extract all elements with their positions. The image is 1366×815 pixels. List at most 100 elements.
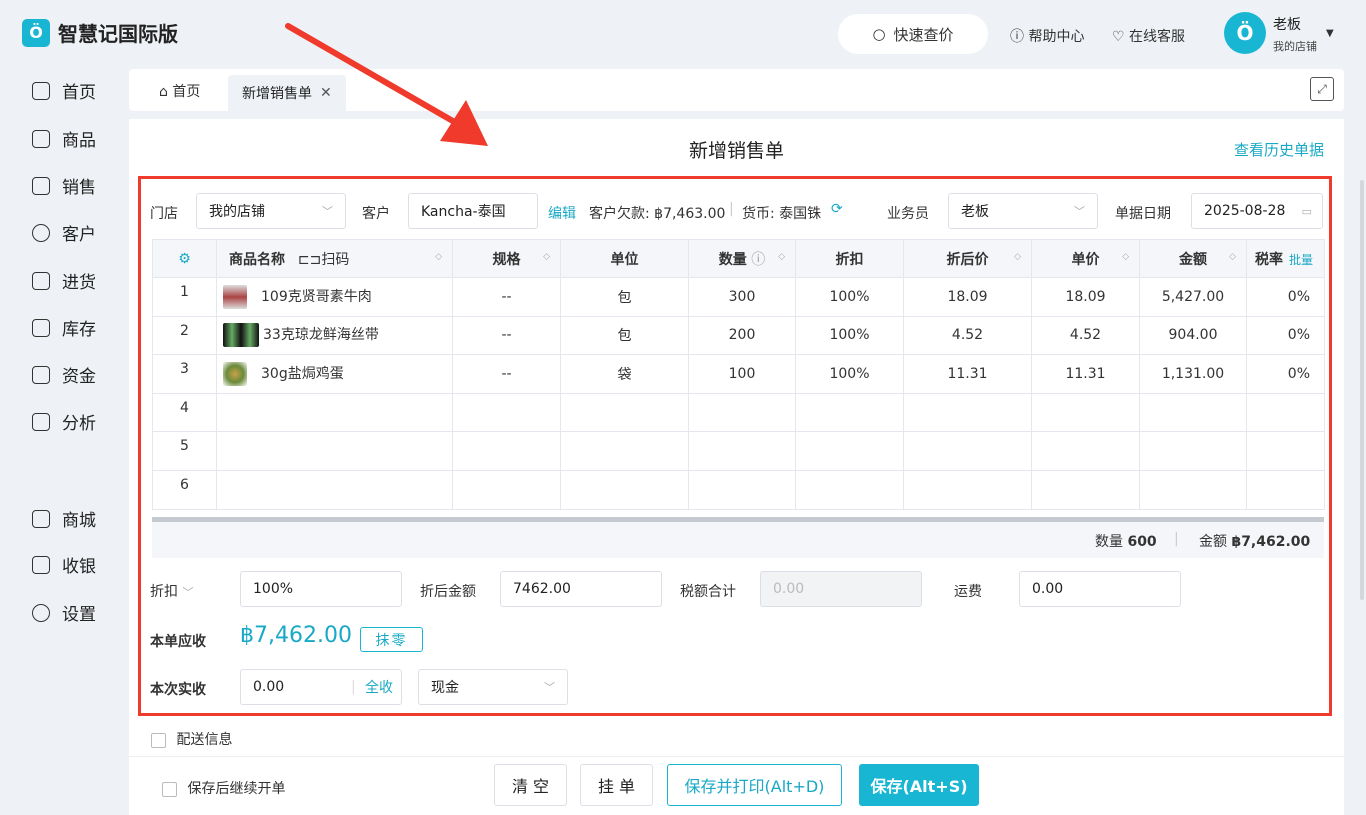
table-row[interactable]: 5 (152, 431, 1325, 471)
col-discounted-price[interactable]: 折后价 ◇ (903, 239, 1032, 278)
price-cell[interactable]: 4.52 (1031, 315, 1140, 356)
hold-button[interactable]: 挂 单 (580, 764, 653, 806)
user-menu-caret-icon[interactable]: ▼ (1326, 28, 1334, 39)
discount-cell[interactable] (795, 469, 904, 510)
sort-icon[interactable]: ◇ (1014, 252, 1021, 262)
col-name[interactable]: 商品名称 ⊏⊐扫码 ◇ (216, 239, 453, 278)
discount-mode-select[interactable]: 折扣 ﹀ (150, 581, 193, 601)
amount-cell[interactable] (1139, 469, 1247, 510)
discount-cell[interactable] (795, 392, 904, 433)
discounted-price-cell[interactable] (903, 392, 1032, 433)
payment-method-select[interactable]: 现金 ﹀ (418, 669, 568, 705)
amount-cell[interactable] (1139, 431, 1247, 471)
online-service-link[interactable]: ♡ 在线客服 (1112, 26, 1185, 46)
price-cell[interactable] (1031, 469, 1140, 510)
unit-cell[interactable]: 袋 (560, 354, 689, 394)
product-name-cell[interactable] (216, 392, 453, 433)
app-logo[interactable]: Ö 智慧记国际版 (22, 18, 178, 47)
page-scrollbar[interactable] (1360, 180, 1364, 600)
continue-after-save-toggle[interactable]: 保存后继续开单 (162, 778, 285, 798)
spec-cell[interactable] (452, 392, 561, 433)
table-row[interactable]: 4 (152, 392, 1325, 433)
tax-cell[interactable] (1246, 431, 1325, 471)
sidebar-item-home[interactable]: 首页 (32, 78, 96, 103)
discounted-price-cell[interactable] (903, 469, 1032, 510)
spec-cell[interactable]: -- (452, 315, 561, 356)
sidebar-item-goods[interactable]: 商品 (32, 126, 96, 151)
currency-switch-icon[interactable]: ⟳ (831, 201, 843, 217)
tax-cell[interactable]: 0% (1246, 277, 1325, 317)
discount-cell[interactable]: 100% (795, 315, 904, 356)
quick-price-button[interactable]: ○ 快速查价 (838, 14, 988, 54)
customer-input[interactable]: Kancha-泰国 (408, 193, 538, 229)
discounted-price-cell[interactable]: 11.31 (903, 354, 1032, 394)
discount-cell[interactable]: 100% (795, 277, 904, 317)
amount-cell[interactable] (1139, 392, 1247, 433)
history-link[interactable]: 查看历史单据 (1234, 139, 1324, 160)
user-name[interactable]: 老板 (1273, 14, 1301, 34)
qty-cell[interactable]: 200 (688, 315, 796, 356)
batch-tax-link[interactable]: 批量 (1289, 253, 1313, 267)
table-row[interactable]: 6 (152, 469, 1325, 510)
price-cell[interactable] (1031, 392, 1140, 433)
clear-button[interactable]: 清 空 (494, 764, 567, 806)
sort-icon[interactable]: ◇ (778, 252, 785, 262)
discounted-price-cell[interactable]: 18.09 (903, 277, 1032, 317)
table-row[interactable]: 3 30g盐焗鸡蛋 -- 袋 100 100% 11.31 11.31 1,13… (152, 354, 1325, 394)
price-cell[interactable] (1031, 431, 1140, 471)
tax-cell[interactable]: 0% (1246, 315, 1325, 356)
qty-cell[interactable] (688, 431, 796, 471)
amount-cell[interactable]: 1,131.00 (1139, 354, 1247, 394)
sort-icon[interactable]: ◇ (1229, 252, 1236, 262)
unit-cell[interactable]: 包 (560, 277, 689, 317)
unit-cell[interactable] (560, 392, 689, 433)
received-input[interactable]: 0.00 | 全收 (240, 669, 402, 705)
qty-cell[interactable] (688, 469, 796, 510)
col-price[interactable]: 单价 ◇ (1031, 239, 1140, 278)
store-select[interactable]: 我的店铺 ﹀ (196, 193, 346, 229)
product-name-cell[interactable]: 30g盐焗鸡蛋 (216, 354, 453, 394)
sort-icon[interactable]: ◇ (435, 252, 442, 262)
sidebar-item-settings[interactable]: 设置 (32, 600, 96, 625)
sidebar-item-purchase[interactable]: 进货 (32, 268, 96, 293)
price-cell[interactable]: 11.31 (1031, 354, 1140, 394)
spec-cell[interactable]: -- (452, 354, 561, 394)
spec-cell[interactable] (452, 431, 561, 471)
tax-cell[interactable]: 0% (1246, 354, 1325, 394)
spec-cell[interactable] (452, 469, 561, 510)
sort-icon[interactable]: ◇ (1122, 252, 1129, 262)
delivery-info-toggle[interactable]: 配送信息 (151, 729, 232, 749)
col-qty[interactable]: 数量 ⓘ ◇ (688, 239, 796, 278)
receive-all-button[interactable]: 全收 (365, 677, 393, 697)
sort-icon[interactable]: ◇ (543, 252, 550, 262)
delivery-checkbox[interactable] (151, 732, 166, 748)
tab-home[interactable]: ⌂ 首页 (159, 81, 200, 101)
sidebar-item-mall[interactable]: 商城 (32, 506, 96, 531)
sidebar-item-analysis[interactable]: 分析 (32, 409, 96, 434)
qty-cell[interactable]: 300 (688, 277, 796, 317)
discount-input[interactable]: 100% (240, 571, 402, 607)
product-name-cell[interactable] (216, 469, 453, 510)
discount-cell[interactable] (795, 431, 904, 471)
column-settings-icon[interactable]: ⚙ (152, 239, 217, 278)
salesman-select[interactable]: 老板 ﹀ (948, 193, 1098, 229)
user-avatar[interactable]: Ö (1224, 12, 1266, 54)
unit-cell[interactable] (560, 431, 689, 471)
table-row[interactable]: 1 109克贤哥素牛肉 -- 包 300 100% 18.09 18.09 5,… (152, 277, 1325, 317)
price-cell[interactable]: 18.09 (1031, 277, 1140, 317)
discounted-amount-input[interactable]: 7462.00 (500, 571, 662, 607)
save-print-button[interactable]: 保存并打印(Alt+D) (667, 764, 842, 806)
amount-cell[interactable]: 904.00 (1139, 315, 1247, 356)
amount-cell[interactable]: 5,427.00 (1139, 277, 1247, 317)
product-name-cell[interactable]: 33克琼龙鲜海丝带 (216, 315, 453, 356)
tax-cell[interactable] (1246, 469, 1325, 510)
discounted-price-cell[interactable] (903, 431, 1032, 471)
discount-cell[interactable]: 100% (795, 354, 904, 394)
tax-cell[interactable] (1246, 392, 1325, 433)
sidebar-item-funds[interactable]: 资金 (32, 362, 96, 387)
edit-customer-link[interactable]: 编辑 (548, 203, 576, 223)
scan-button[interactable]: ⊏⊐扫码 (298, 252, 349, 268)
qty-cell[interactable] (688, 392, 796, 433)
info-icon[interactable]: ⓘ (747, 252, 765, 268)
product-name-cell[interactable] (216, 431, 453, 471)
